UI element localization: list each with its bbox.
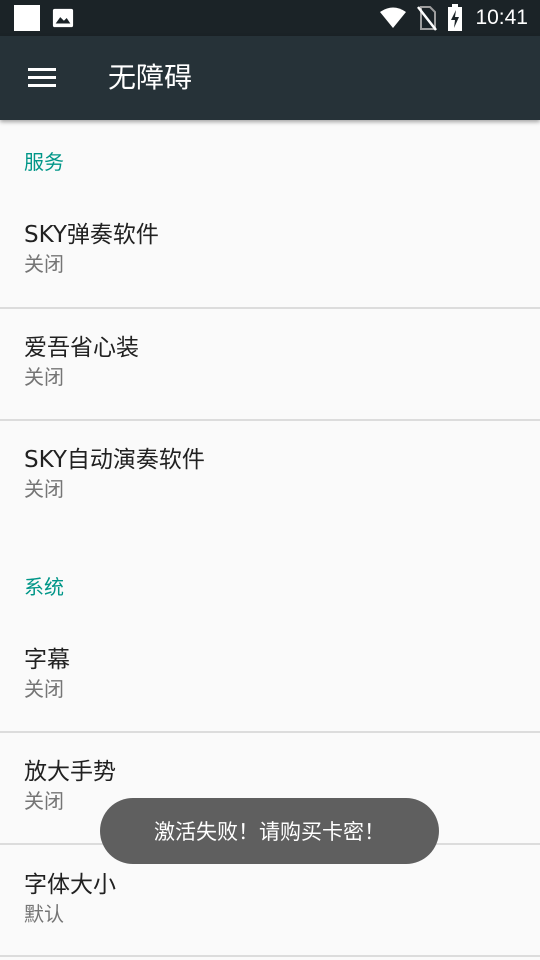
- toast-message: 激活失败！请购买卡密！: [100, 798, 439, 864]
- pref-item-title: 爱吾省心装: [24, 335, 139, 361]
- page-title: 无障碍: [108, 61, 193, 94]
- pref-item-summary: 关闭: [24, 252, 64, 276]
- menu-icon[interactable]: [28, 68, 56, 88]
- app-bar: 无障碍: [0, 36, 540, 120]
- image-icon: [52, 8, 74, 28]
- no-sim-icon: [417, 6, 438, 31]
- pref-item-summary: 关闭: [24, 477, 64, 501]
- section-header-services: 服务: [24, 150, 64, 174]
- pref-item-title: 字体大小: [24, 872, 116, 898]
- pref-item-title: SKY弹奏软件: [24, 222, 159, 248]
- pref-item-captions[interactable]: 字幕 关闭: [0, 613, 540, 733]
- notification-square-icon: [14, 5, 40, 31]
- pref-item-sky-player[interactable]: SKY弹奏软件 关闭: [0, 198, 540, 309]
- status-bar-right: 10:41: [379, 4, 528, 32]
- wifi-icon: [380, 7, 407, 28]
- battery-charging-icon: [448, 4, 463, 31]
- pref-item-aiwu[interactable]: 爱吾省心装 关闭: [0, 309, 540, 421]
- status-bar-left: [14, 5, 74, 31]
- clock: 10:41: [475, 6, 528, 29]
- status-bar: 10:41: [0, 0, 540, 36]
- pref-item-title: 字幕: [24, 647, 70, 673]
- pref-item-summary: 关闭: [24, 365, 64, 389]
- pref-item-title: 放大手势: [24, 759, 116, 785]
- pref-item-title: SKY自动演奏软件: [24, 447, 205, 473]
- pref-item-summary: 默认: [24, 902, 64, 926]
- pref-item-summary: 关闭: [24, 677, 64, 701]
- section-header-system: 系统: [24, 575, 64, 599]
- pref-item-sky-auto-play[interactable]: SKY自动演奏软件 关闭: [0, 421, 540, 531]
